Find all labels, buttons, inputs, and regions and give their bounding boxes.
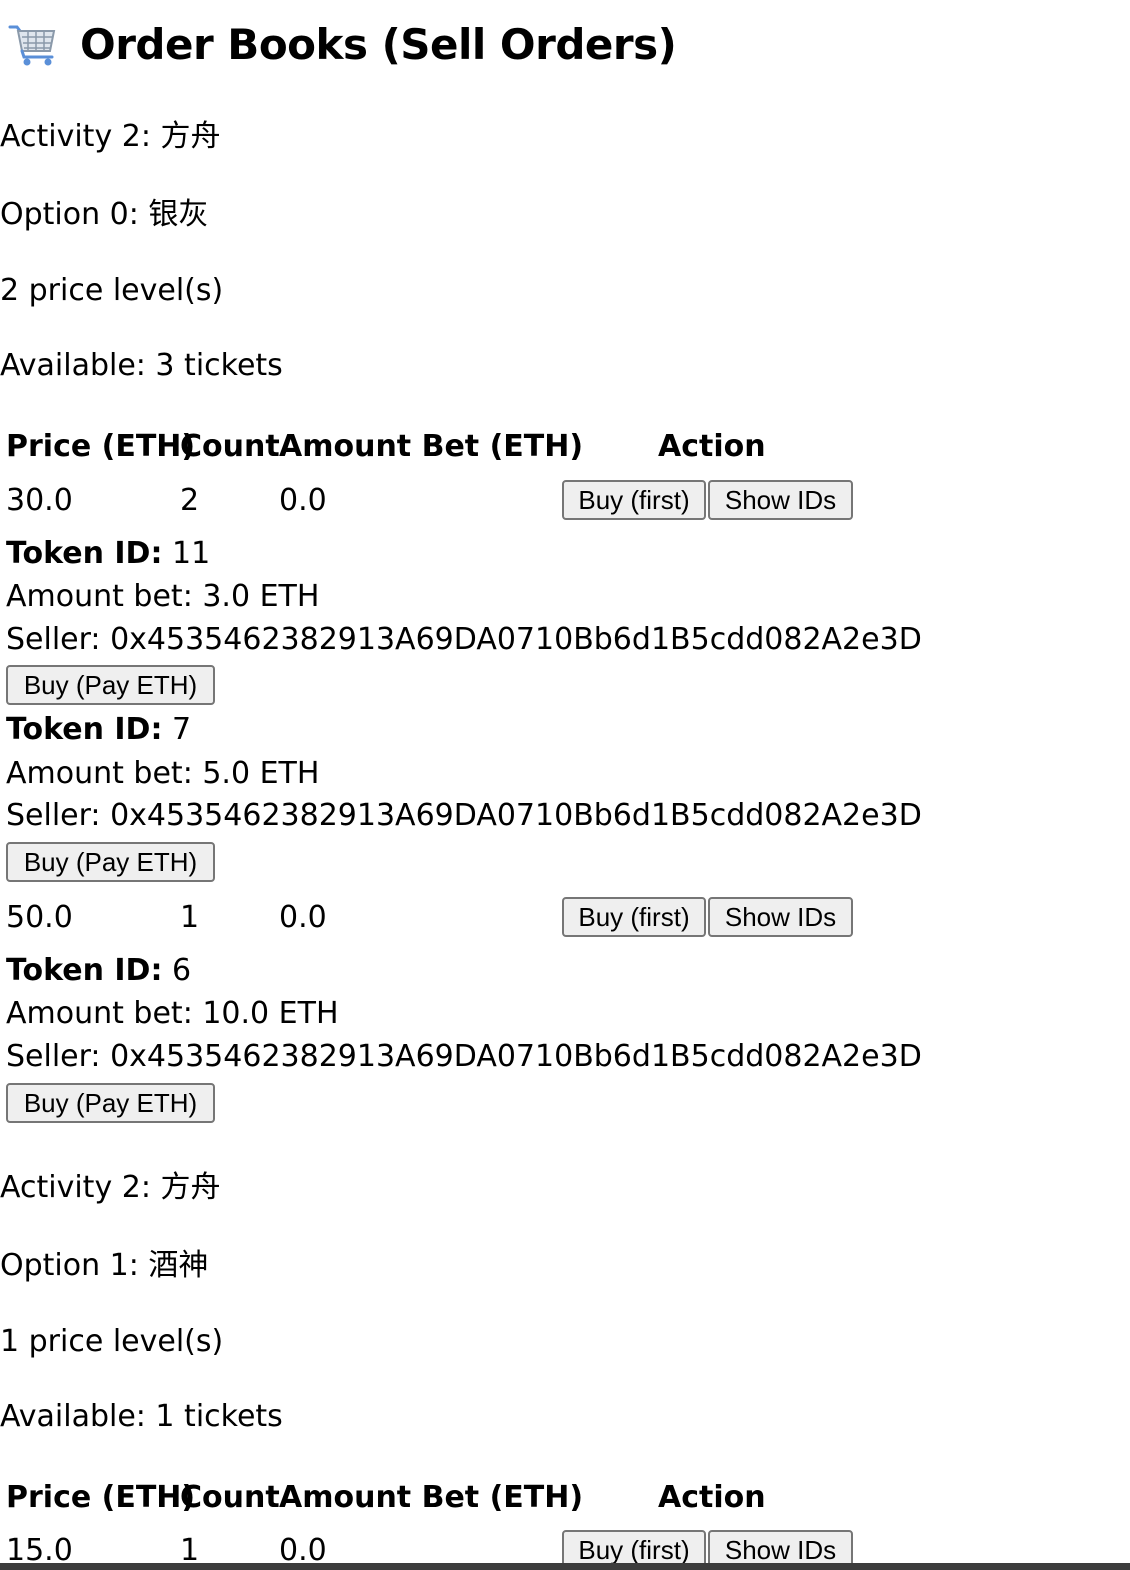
- header-count: Count: [180, 429, 280, 464]
- token-id-label: Token ID:: [6, 536, 163, 571]
- token-id-label: Token ID:: [6, 712, 163, 747]
- token-id-value: 6: [172, 953, 192, 988]
- price-levels-count: 2 price level(s): [0, 273, 224, 308]
- header-action: Action: [658, 1480, 766, 1515]
- activity-label: Activity 2: 方舟: [0, 1170, 221, 1205]
- header-price: Price (ETH): [6, 429, 196, 464]
- buy-first-button[interactable]: Buy (first): [562, 897, 706, 937]
- token-id-label: Token ID:: [6, 953, 163, 988]
- window-bottom-edge: [0, 1563, 1130, 1570]
- header-price: Price (ETH): [6, 1480, 196, 1515]
- show-ids-button[interactable]: Show IDs: [708, 897, 853, 937]
- token-amount-bet: Amount bet: 10.0 ETH: [6, 996, 339, 1031]
- token-amount-bet: Amount bet: 5.0 ETH: [6, 756, 320, 791]
- row-amount-bet: 0.0: [279, 900, 327, 935]
- option-label: Option 0: 银灰: [0, 197, 209, 232]
- page-title: Order Books (Sell Orders): [8, 14, 677, 74]
- token-id-value: 7: [172, 712, 192, 747]
- token-id-line: Token ID: 11: [6, 536, 210, 572]
- show-ids-button[interactable]: Show IDs: [708, 480, 853, 520]
- buy-pay-eth-button[interactable]: Buy (Pay ETH): [6, 665, 215, 705]
- row-price: 30.0: [6, 483, 73, 518]
- header-action: Action: [658, 429, 766, 464]
- token-id-line: Token ID: 6: [6, 953, 191, 989]
- activity-label: Activity 2: 方舟: [0, 119, 221, 154]
- token-seller: Seller: 0x4535462382913A69DA0710Bb6d1B5c…: [6, 1039, 922, 1074]
- token-seller: Seller: 0x4535462382913A69DA0710Bb6d1B5c…: [6, 622, 922, 657]
- token-id-line: Token ID: 7: [6, 712, 191, 748]
- row-price: 50.0: [6, 900, 73, 935]
- price-levels-count: 1 price level(s): [0, 1324, 224, 1359]
- token-amount-bet: Amount bet: 3.0 ETH: [6, 579, 320, 614]
- row-count: 1: [180, 900, 200, 935]
- available-tickets: Available: 3 tickets: [0, 348, 283, 383]
- row-count: 2: [180, 483, 200, 518]
- header-amount-bet: Amount Bet (ETH): [279, 429, 584, 464]
- token-id-value: 11: [172, 536, 211, 571]
- row-amount-bet: 0.0: [279, 483, 327, 518]
- available-tickets: Available: 1 tickets: [0, 1399, 283, 1434]
- page-title-text: Order Books (Sell Orders): [80, 19, 677, 69]
- option-label: Option 1: 酒神: [0, 1248, 209, 1283]
- buy-pay-eth-button[interactable]: Buy (Pay ETH): [6, 842, 215, 882]
- buy-pay-eth-button[interactable]: Buy (Pay ETH): [6, 1083, 215, 1123]
- header-count: Count: [180, 1480, 280, 1515]
- shopping-cart-icon: [8, 21, 58, 67]
- order-books-page: Order Books (Sell Orders) Activity 2: 方舟…: [0, 0, 1130, 1570]
- token-seller: Seller: 0x4535462382913A69DA0710Bb6d1B5c…: [6, 798, 922, 833]
- buy-first-button[interactable]: Buy (first): [562, 480, 706, 520]
- header-amount-bet: Amount Bet (ETH): [279, 1480, 584, 1515]
